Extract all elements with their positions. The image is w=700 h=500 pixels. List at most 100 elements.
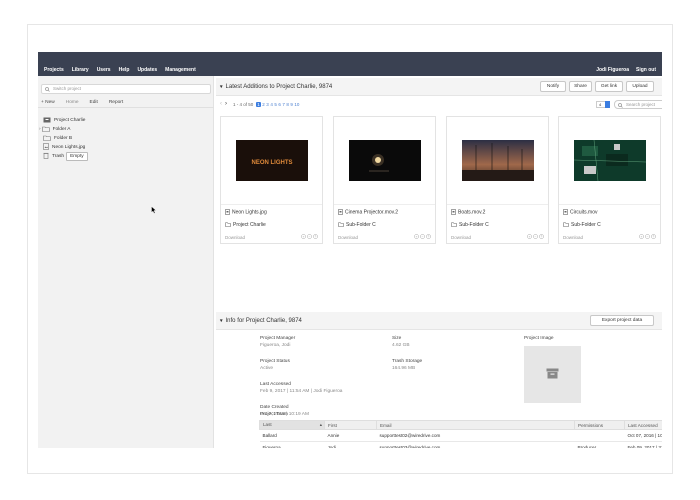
folder-icon [338,222,346,228]
switch-project-input[interactable]: Switch project [41,84,211,94]
page-number[interactable]: 7 [282,102,285,107]
asset-thumbnail[interactable] [462,140,534,181]
search-icon [618,102,623,108]
help-icon[interactable]: ? [539,234,544,239]
nav-users[interactable]: Users [97,67,111,73]
asset-card[interactable]: Cinema Projector.mov.2 Sub-Folder C Downlo… [333,116,436,244]
help-icon[interactable]: ? [313,234,318,239]
asset-thumbnail[interactable]: NEON LIGHTS [236,140,308,181]
asset-filename-text: Boats.mov.2 [458,209,486,216]
asset-card[interactable]: Boats.mov.2 Sub-Folder C Download + −? [446,116,549,244]
col-first[interactable]: First [324,420,377,430]
nav-updates[interactable]: Updates [137,67,157,73]
per-page-select[interactable]: 4 [596,101,610,108]
nav-projects[interactable]: Projects [44,67,64,73]
download-link[interactable]: Download [451,235,471,240]
table-row[interactable]: Ballard Annie supporttest02@wiredrive.com O… [259,429,662,442]
page-number[interactable]: 1 [256,101,261,107]
thumbs-up-icon[interactable]: + [301,234,306,239]
help-icon[interactable]: ? [651,234,656,239]
col-last[interactable]: Last ▴ [259,420,325,430]
asset-thumbnail[interactable] [349,140,421,181]
download-link[interactable]: Download [225,235,245,240]
project-info-title[interactable]: ▾ Info for Project Charlie, 9874 [220,318,302,324]
asset-folder[interactable]: Project Charlie [225,222,266,228]
user-name[interactable]: Jodi Figueroa [596,67,629,73]
expand-arrow-icon[interactable]: › [39,125,41,134]
thumbs-down-icon[interactable]: − [533,234,538,239]
help-icon[interactable]: ? [426,234,431,239]
search-project-input[interactable]: Search project [614,100,662,109]
download-link[interactable]: Download [563,235,583,240]
tree-item-trash[interactable]: Trash Empty [43,152,88,161]
page-number[interactable]: 3 [266,102,269,107]
page-number[interactable]: 4 [270,102,273,107]
page-number[interactable]: 10 [294,102,299,107]
cell-first: Jodi [324,441,377,448]
tab-edit[interactable]: Edit [87,98,106,107]
page-numbers: 1 2 3 4 5 6 7 8 9 10 [256,101,299,107]
download-link[interactable]: Download [338,235,358,240]
notify-button[interactable]: Notify [540,81,566,92]
tree-item-folder-a[interactable]: › Folder A [39,125,88,134]
collapse-caret-icon[interactable]: ▾ [220,318,223,324]
field-project-manager: Project Manager Figueroa, Jodi [260,335,295,349]
field-project-image: Project Image [524,335,554,342]
info-title-text: Info for Project Charlie, 9874 [225,318,302,324]
nav-management[interactable]: Management [165,67,196,73]
page-number[interactable]: 8 [286,102,289,107]
table-row[interactable]: Figueroa Jodi supporttest03@wiredrive.com P… [259,441,662,448]
asset-filename[interactable]: Cinema Projector.mov.2 [338,209,398,215]
asset-filename[interactable]: Boats.mov.2 [451,209,485,215]
asset-folder-text: Sub-Folder C [571,222,601,228]
thumbs-up-icon[interactable]: + [527,234,532,239]
thumbs-down-icon[interactable]: − [307,234,312,239]
tree-project-label: Project Charlie [54,118,86,123]
col-email[interactable]: Email [376,420,575,430]
asset-thumbnail[interactable] [574,140,646,181]
folder-icon [563,222,571,228]
asset-filename[interactable]: Circuits.mov [563,209,598,215]
cell-perm: Producer [574,441,625,448]
thumbs-down-icon[interactable]: − [420,234,425,239]
asset-folder-text: Project Charlie [233,222,266,228]
tree-item-project[interactable]: Project Charlie [43,116,88,125]
page-number[interactable]: 5 [274,102,277,107]
thumbs-up-icon[interactable]: + [414,234,419,239]
page-number[interactable]: 2 [262,102,265,107]
col-permissions[interactable]: Permissions [574,420,625,430]
asset-folder[interactable]: Sub-Folder C [563,222,601,228]
asset-folder[interactable]: Sub-Folder C [451,222,489,228]
asset-filename-text: Neon Lights.jpg [232,209,267,216]
upload-button[interactable]: Upload [626,81,654,92]
tree-item-folder-b[interactable]: Folder B [43,134,88,143]
tab-home[interactable]: Home [63,98,87,107]
nav-library[interactable]: Library [72,67,89,73]
asset-folder[interactable]: Sub-Folder C [338,222,376,228]
tab-report[interactable]: Report [106,98,131,107]
nav-help[interactable]: Help [119,67,130,73]
sign-out-link[interactable]: Sign out [636,67,656,73]
asset-filename[interactable]: Neon Lights.jpg [225,209,267,215]
share-button[interactable]: Share [569,81,592,92]
empty-trash-button[interactable]: Empty [66,152,88,161]
tree-item-neon-lights[interactable]: Neon Lights.jpg [43,143,88,152]
col-last-accessed[interactable]: Last Accessed [624,420,662,430]
asset-card[interactable]: NEON LIGHTS Neon Lights.jpg Project Charli… [220,116,323,244]
prev-page-icon[interactable]: ‹ [220,101,222,107]
page-number[interactable]: 9 [290,102,293,107]
next-page-icon[interactable]: › [225,101,227,107]
latest-additions-header: ▾ Latest Additions to Project Charlie, 98… [216,78,662,96]
asset-card[interactable]: Circuits.mov Sub-Folder C Download + −? [558,116,661,244]
project-info-header: ▾ Info for Project Charlie, 9874 Export p… [216,312,662,330]
latest-additions-title[interactable]: ▾ Latest Additions to Project Charlie, 98… [220,84,332,90]
collapse-caret-icon[interactable]: ▾ [220,84,223,90]
get-link-button[interactable]: Get link [595,81,623,92]
export-project-data-button[interactable]: Export project data [590,315,654,326]
thumbs-down-icon[interactable]: − [645,234,650,239]
project-image-placeholder[interactable] [524,346,581,403]
page-number[interactable]: 6 [278,102,281,107]
asset-actions: + −? [639,234,656,239]
thumbs-up-icon[interactable]: + [639,234,644,239]
tab-new[interactable]: + New [38,98,63,107]
